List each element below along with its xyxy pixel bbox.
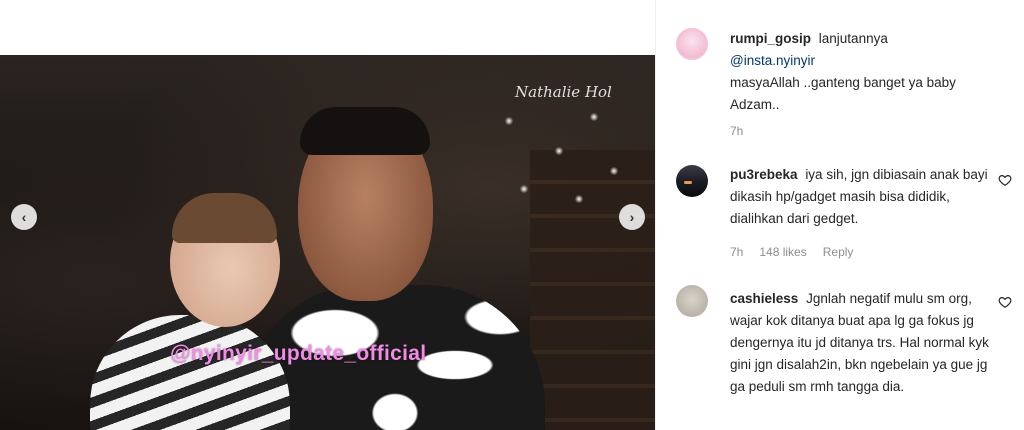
man-hair — [300, 107, 430, 155]
caption-comment: rumpi_gosip lanjutannya @insta.nyinyir m… — [730, 28, 1000, 116]
watermark-signature: Nathalie Hol — [515, 83, 612, 101]
previous-media-button[interactable]: ‹ — [11, 204, 37, 230]
comment-meta: 7h — [730, 124, 743, 138]
background-shelf — [530, 150, 655, 430]
comment-text: lanjutannya — [818, 31, 888, 46]
avatar[interactable] — [676, 285, 708, 317]
chevron-right-icon: › — [629, 209, 635, 225]
comment-time[interactable]: 7h — [730, 245, 743, 259]
chevron-left-icon: ‹ — [21, 209, 27, 225]
avatar[interactable] — [676, 165, 708, 197]
next-media-button[interactable]: › — [619, 204, 645, 230]
heart-icon[interactable] — [998, 173, 1012, 187]
comment-username[interactable]: pu3rebeka — [730, 167, 798, 182]
comment: cashieless Jgnlah negatif mulu sm org, w… — [730, 288, 1000, 398]
comment-username[interactable]: rumpi_gosip — [730, 31, 811, 46]
comment-meta: 7h 148 likes Reply — [730, 245, 853, 259]
comment-mention[interactable]: @insta.nyinyir — [730, 53, 815, 68]
comment: pu3rebeka iya sih, jgn dibiasain anak ba… — [730, 164, 1000, 230]
heart-icon[interactable] — [998, 295, 1012, 309]
post-media[interactable]: Nathalie Hol @nyinyir_update_official — [0, 55, 655, 430]
comment-time[interactable]: 7h — [730, 124, 743, 138]
comment-text: Jgnlah negatif mulu sm org, wajar kok di… — [730, 291, 989, 394]
comment-likes[interactable]: 148 likes — [759, 245, 806, 259]
watermark-username: @nyinyir_update_official — [170, 342, 427, 365]
comment-username[interactable]: cashieless — [730, 291, 798, 306]
avatar[interactable] — [676, 28, 708, 60]
reply-button[interactable]: Reply — [823, 245, 854, 259]
media-top-strip — [0, 0, 655, 55]
comments-panel[interactable]: rumpi_gosip lanjutannya @insta.nyinyir m… — [655, 0, 1024, 430]
comment-text: masyaAllah ..ganteng banget ya baby Adza… — [730, 75, 956, 112]
